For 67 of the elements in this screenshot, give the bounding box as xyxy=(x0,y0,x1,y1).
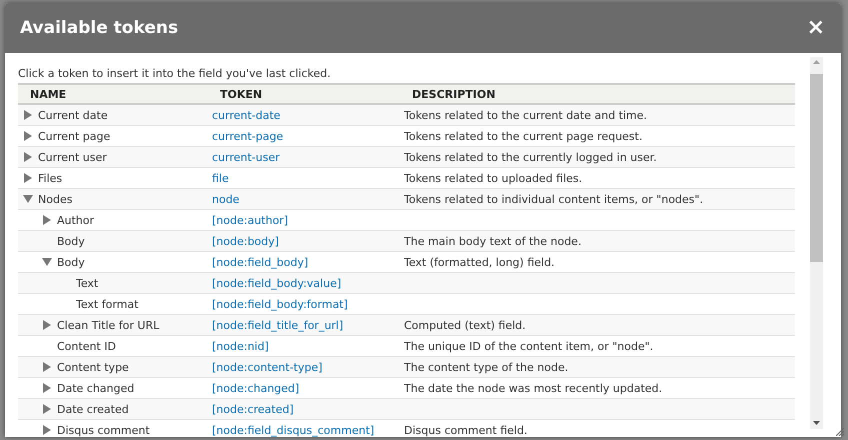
expand-triangle-icon[interactable] xyxy=(43,215,51,225)
collapse-triangle-icon[interactable] xyxy=(42,258,52,266)
expand-triangle-icon[interactable] xyxy=(24,152,32,162)
expand-triangle-icon[interactable] xyxy=(43,383,51,393)
token-name: Current page xyxy=(38,130,110,142)
expand-triangle-icon[interactable] xyxy=(43,362,51,372)
token-name: Clean Title for URL xyxy=(57,318,160,332)
token-name: Current user xyxy=(38,150,107,164)
token-name: Current date xyxy=(38,108,108,122)
token-name: Date created xyxy=(57,402,129,416)
token-description: Tokens related to uploaded files. xyxy=(400,168,795,188)
token-link[interactable]: current-page xyxy=(208,126,400,146)
expand-triangle-icon[interactable] xyxy=(43,425,51,435)
scrollbar-thumb[interactable] xyxy=(810,74,823,262)
expand-triangle-icon[interactable] xyxy=(43,404,51,414)
token-description: Disqus comment field. xyxy=(400,420,795,437)
token-description: The content type of the node. xyxy=(400,356,795,378)
token-name: Text xyxy=(76,276,98,290)
token-name: Author xyxy=(57,214,94,226)
scroll-up-arrow-icon[interactable] xyxy=(813,60,820,64)
token-name: Disqus comment xyxy=(57,424,150,436)
expand-triangle-icon[interactable] xyxy=(24,131,32,141)
scrollbar[interactable] xyxy=(810,57,823,429)
token-link[interactable]: [node:nid] xyxy=(208,336,400,356)
token-link[interactable]: [node:field_body:format] xyxy=(208,294,400,314)
token-name: Nodes xyxy=(38,192,72,206)
token-name: Date changed xyxy=(57,382,134,394)
token-description: Tokens related to the current page request. xyxy=(400,126,795,146)
close-button[interactable]: × xyxy=(804,17,827,39)
token-description: The main body text of the node. xyxy=(400,230,795,252)
token-description: The date the node was most recently updated. xyxy=(400,378,795,398)
expand-triangle-icon[interactable] xyxy=(24,173,32,183)
token-name: Content type xyxy=(57,360,129,374)
token-link[interactable]: [node:field_disqus_comment] xyxy=(208,420,400,437)
token-description: The unique ID of the content item, or "node". xyxy=(400,336,795,356)
token-description: Tokens related to the current date and time. xyxy=(400,104,795,126)
token-name: Content ID xyxy=(57,340,116,352)
token-name: Files xyxy=(38,172,62,184)
token-description: Text (formatted, long) field. xyxy=(400,252,795,272)
column-header: DESCRIPTION xyxy=(400,84,795,104)
token-link[interactable]: current-date xyxy=(208,104,400,126)
token-link[interactable]: [node:changed] xyxy=(208,378,400,398)
token-link[interactable]: [node:author] xyxy=(208,210,400,230)
token-link[interactable]: file xyxy=(208,168,400,188)
token-name: Body xyxy=(57,256,85,268)
scroll-down-arrow-icon[interactable] xyxy=(813,421,820,425)
expand-triangle-icon[interactable] xyxy=(43,320,51,330)
token-link[interactable]: [node:field_body] xyxy=(208,252,400,272)
resize-grip-icon[interactable] xyxy=(836,428,844,436)
token-link[interactable]: [node:field_body:value] xyxy=(208,272,400,294)
token-description: Tokens related to individual content items, or "nodes". xyxy=(400,188,795,210)
dialog-title: Available tokens xyxy=(20,18,178,38)
token-link[interactable]: current-user xyxy=(208,146,400,168)
column-header: TOKEN xyxy=(208,84,400,104)
token-link[interactable]: [node:content-type] xyxy=(208,356,400,378)
column-header: NAME xyxy=(18,84,208,104)
collapse-triangle-icon[interactable] xyxy=(23,195,33,203)
expand-triangle-icon[interactable] xyxy=(24,110,32,120)
token-name: Body xyxy=(57,234,85,248)
token-link[interactable]: node xyxy=(208,188,400,210)
instruction-text: Click a token to insert it into the field you've last clicked. xyxy=(18,67,332,80)
token-description: Tokens related to the currently logged in user. xyxy=(400,146,795,168)
token-name: Text format xyxy=(76,298,138,310)
token-link[interactable]: [node:body] xyxy=(208,230,400,252)
token-link[interactable]: [node:created] xyxy=(208,398,400,420)
token-description: Computed (text) field. xyxy=(400,314,795,336)
token-link[interactable]: [node:field_title_for_url] xyxy=(208,314,400,336)
